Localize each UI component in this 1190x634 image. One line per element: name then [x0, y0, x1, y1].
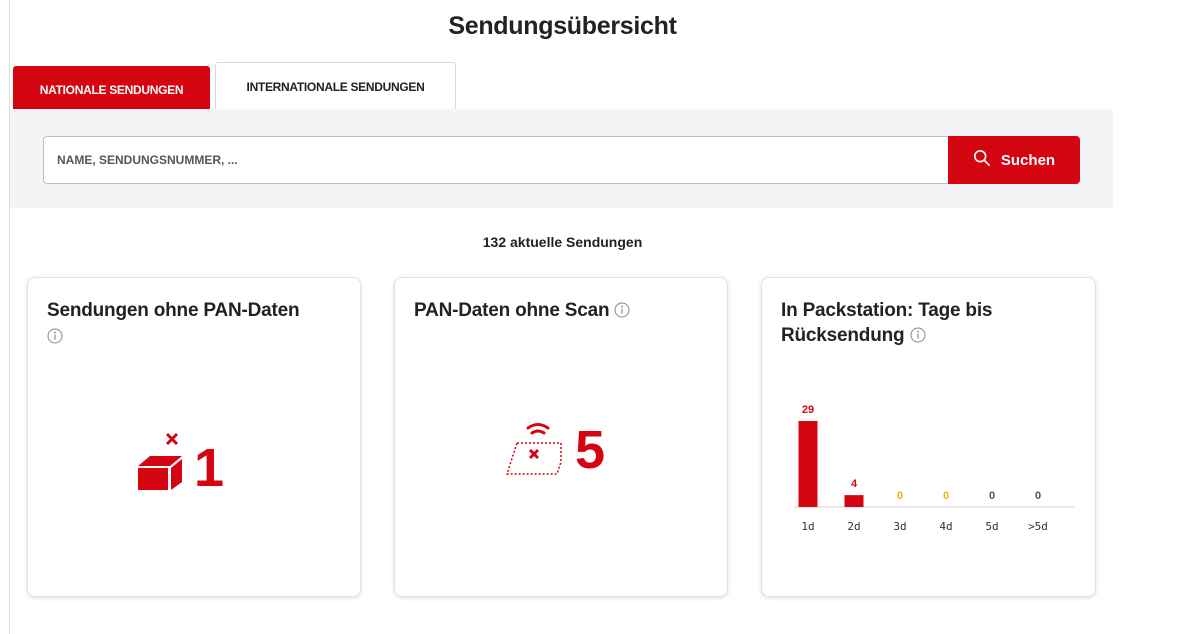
shipment-count: 132 aktuelle Sendungen [482, 234, 643, 250]
card-title: PAN-Daten ohne Scan [414, 298, 714, 323]
bar-value-label: 0 [989, 490, 995, 502]
card-pan-without-scan[interactable]: PAN-Daten ohne Scan 5 [394, 277, 728, 597]
bar-2d[interactable] [844, 495, 864, 507]
bar-1d[interactable] [798, 421, 818, 507]
info-icon[interactable] [47, 326, 63, 344]
tab-national-shipments[interactable]: NATIONALE SENDUNGEN [13, 66, 210, 113]
card-title-line-2: Rücksendung [781, 325, 905, 346]
metric-pan-without-scan: 5 [503, 416, 605, 483]
bar-value-label: 4 [851, 478, 858, 490]
bar-value-label: 0 [943, 490, 949, 502]
bar-chart-svg: 29 1d 4 2d 0 3d 0 4d 0 5d 0 >5d [794, 404, 1074, 533]
parcel-x-icon [136, 430, 186, 497]
card-packstation-days[interactable]: In Packstation: Tage bis Rücksendung 29 1… [761, 277, 1096, 597]
metric-without-pan: 1 [136, 430, 224, 497]
page-left-border [9, 0, 10, 634]
scan-x-icon [503, 416, 569, 483]
card-title-line-1: In Packstation: Tage bis [781, 300, 993, 321]
search-button[interactable]: Suchen [948, 136, 1080, 184]
tab-bar: NATIONALE SENDUNGEN INTERNATIONALE SENDU… [13, 62, 456, 113]
search-panel: Suchen [10, 109, 1113, 208]
card-without-pan-data[interactable]: Sendungen ohne PAN-Daten 1 [27, 277, 361, 597]
card-title: Sendungen ohne PAN-Daten [47, 298, 347, 349]
bar-value-label: 29 [802, 404, 814, 416]
tab-international-shipments[interactable]: INTERNATIONALE SENDUNGEN [215, 62, 456, 110]
days-bar-chart: 29 1d 4 2d 0 3d 0 4d 0 5d 0 >5d [782, 393, 1082, 553]
search-field-wrapper [43, 136, 949, 184]
search-icon [973, 149, 991, 171]
x-tick-label: 2d [847, 520, 860, 533]
card-title-text: Sendungen ohne PAN-Daten [47, 300, 300, 321]
card-title-text: PAN-Daten ohne Scan [414, 300, 610, 321]
info-icon[interactable] [910, 325, 926, 343]
metric-value: 5 [575, 419, 606, 480]
bar-value-label: 0 [1035, 490, 1041, 502]
metric-value: 1 [194, 437, 225, 498]
x-tick-label: 1d [801, 520, 814, 533]
card-title: In Packstation: Tage bis Rücksendung [781, 298, 1081, 348]
x-tick-label: 5d [985, 520, 998, 533]
x-tick-label: 4d [939, 520, 952, 533]
x-tick-label: 3d [893, 520, 906, 533]
search-input[interactable] [57, 153, 949, 167]
page-title: Sendungsübersicht [448, 12, 677, 40]
bar-value-label: 0 [897, 490, 903, 502]
info-icon[interactable] [614, 300, 630, 318]
x-tick-label: >5d [1028, 520, 1048, 533]
search-button-label: Suchen [1000, 151, 1056, 169]
